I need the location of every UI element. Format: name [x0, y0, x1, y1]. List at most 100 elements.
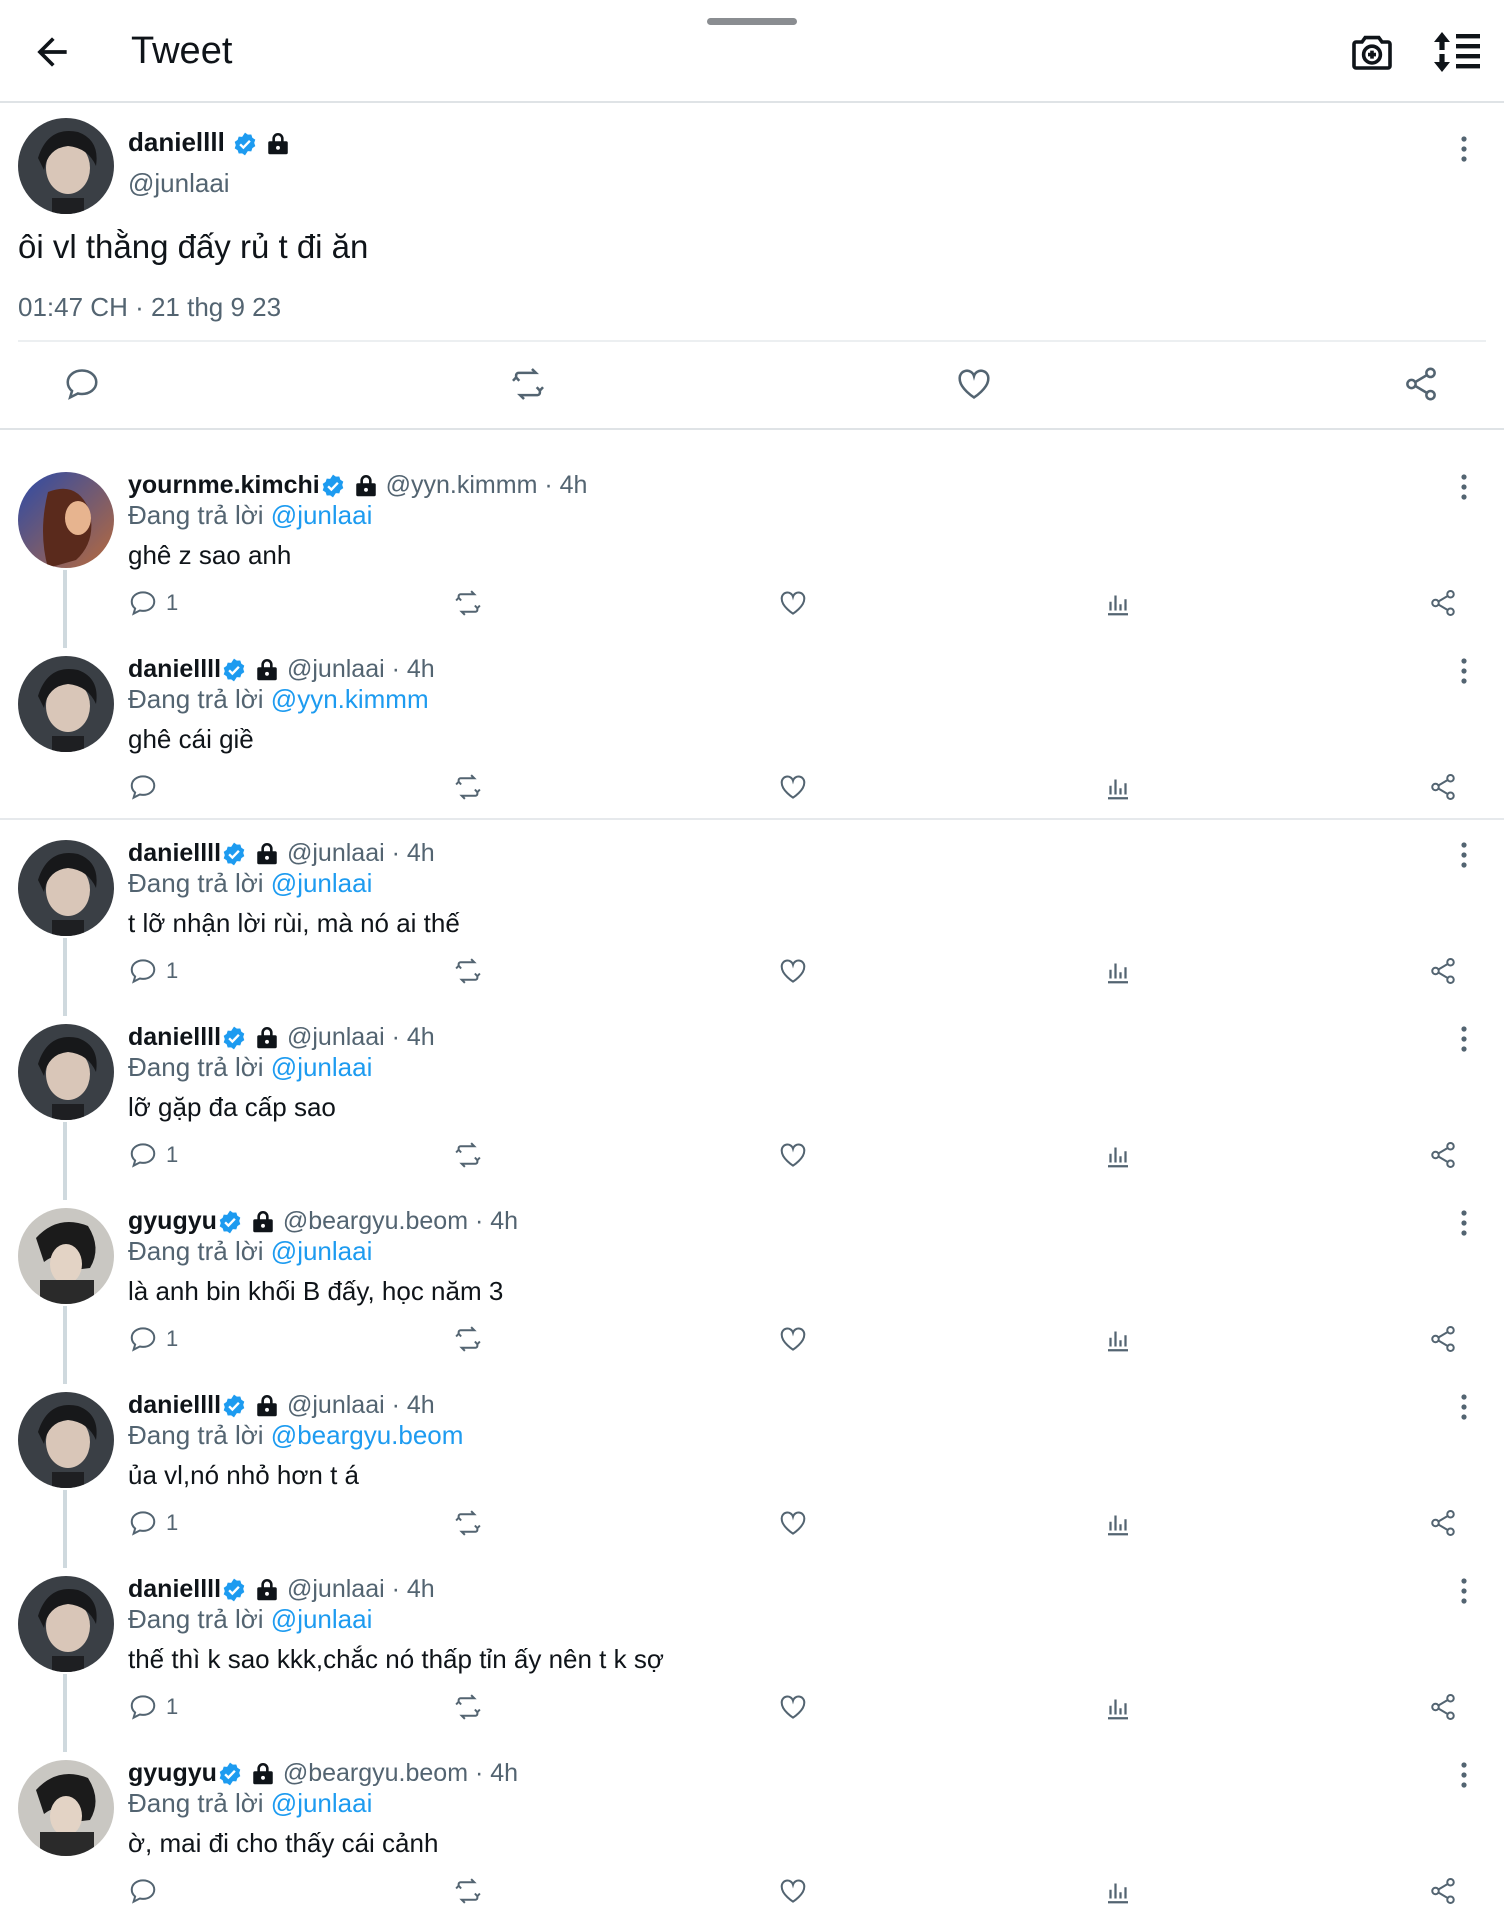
more-options-icon[interactable] — [1458, 1760, 1470, 1790]
author-name[interactable]: daniellll — [128, 839, 221, 867]
retweet-icon — [455, 1142, 481, 1168]
author-name[interactable]: daniellll — [128, 127, 225, 157]
analytics-button[interactable] — [1103, 586, 1133, 620]
reply-icon[interactable] — [63, 365, 101, 403]
like-button[interactable] — [778, 770, 808, 804]
author-name[interactable]: daniellll — [128, 1023, 221, 1051]
like-button[interactable] — [778, 586, 808, 620]
like-icon — [780, 1695, 806, 1719]
more-options-icon[interactable] — [1458, 840, 1470, 870]
retweet-button[interactable] — [453, 954, 483, 988]
reply-tweet[interactable]: yournme.kimchi @yyn.kimmm · 4h Đang trả l… — [0, 452, 1504, 648]
share-button[interactable] — [1428, 1874, 1458, 1908]
reply-tweet[interactable]: gyugyu @beargyu.beom · 4h Đang trả lời @j… — [0, 1188, 1504, 1384]
analytics-button[interactable] — [1103, 1690, 1133, 1724]
reply-button[interactable] — [128, 770, 166, 804]
avatar[interactable] — [18, 1760, 114, 1856]
retweet-button[interactable] — [453, 586, 483, 620]
analytics-button[interactable] — [1103, 770, 1133, 804]
reply-header: yournme.kimchi @yyn.kimmm · 4h — [128, 468, 587, 502]
analytics-button[interactable] — [1103, 1506, 1133, 1540]
reply-tweet[interactable]: daniellll @junlaai · 4h Đang trả lời @jun… — [0, 1556, 1504, 1752]
like-icon — [780, 1143, 806, 1167]
reply-button[interactable]: 1 — [128, 1506, 178, 1540]
author-name[interactable]: gyugyu — [128, 1207, 217, 1235]
more-options-icon[interactable] — [1458, 1208, 1470, 1238]
avatar[interactable] — [18, 1024, 114, 1120]
share-button[interactable] — [1428, 1690, 1458, 1724]
author-handle: @junlaai — [287, 1575, 385, 1603]
reply-button[interactable]: 1 — [128, 1322, 178, 1356]
share-button[interactable] — [1428, 770, 1458, 804]
author-name[interactable]: gyugyu — [128, 1759, 217, 1787]
reply-button[interactable]: 1 — [128, 954, 178, 988]
reply-button[interactable]: 1 — [128, 1690, 178, 1724]
more-options-icon[interactable] — [1458, 472, 1470, 502]
retweet-icon[interactable] — [509, 365, 547, 403]
more-options-icon[interactable] — [1458, 1576, 1470, 1606]
author-name[interactable]: daniellll — [128, 655, 221, 683]
retweet-button[interactable] — [453, 1322, 483, 1356]
avatar[interactable] — [18, 1392, 114, 1488]
lock-icon — [355, 475, 376, 497]
reply-tweet[interactable]: daniellll @junlaai · 4h Đang trả lời @yyn… — [0, 636, 1504, 820]
mention-link[interactable]: @junlaai — [271, 500, 373, 530]
replying-to: Đang trả lời @junlaai — [128, 1602, 372, 1636]
retweet-button[interactable] — [453, 1690, 483, 1724]
reply-tweet[interactable]: gyugyu @beargyu.beom · 4h Đang trả lời @j… — [0, 1740, 1504, 1924]
share-button[interactable] — [1428, 1506, 1458, 1540]
like-button[interactable] — [778, 1138, 808, 1172]
analytics-button[interactable] — [1103, 954, 1133, 988]
reply-tweet[interactable]: daniellll @junlaai · 4h Đang trả lời @bea… — [0, 1372, 1504, 1568]
retweet-button[interactable] — [453, 1874, 483, 1908]
lock-icon — [257, 1027, 277, 1049]
author-name[interactable]: daniellll — [128, 1575, 221, 1603]
like-button[interactable] — [778, 954, 808, 988]
analytics-button[interactable] — [1103, 1874, 1133, 1908]
like-button[interactable] — [778, 1690, 808, 1724]
more-options-icon[interactable] — [1458, 1024, 1470, 1054]
avatar[interactable] — [18, 472, 114, 568]
like-icon — [780, 1327, 806, 1351]
more-options-icon[interactable] — [1458, 656, 1470, 686]
mention-link[interactable]: @beargyu.beom — [271, 1420, 464, 1450]
like-button[interactable] — [778, 1322, 808, 1356]
like-button[interactable] — [778, 1874, 808, 1908]
retweet-button[interactable] — [453, 1138, 483, 1172]
more-options-icon[interactable] — [1458, 1392, 1470, 1422]
retweet-icon — [455, 590, 481, 616]
mention-link[interactable]: @junlaai — [271, 1604, 373, 1634]
like-button[interactable] — [778, 1506, 808, 1540]
share-icon[interactable] — [1402, 365, 1440, 403]
avatar[interactable] — [18, 118, 114, 214]
avatar[interactable] — [18, 1576, 114, 1672]
share-button[interactable] — [1428, 954, 1458, 988]
reply-button[interactable]: 1 — [128, 586, 178, 620]
reply-tweet[interactable]: daniellll @junlaai · 4h Đang trả lời @jun… — [0, 1004, 1504, 1200]
mention-link[interactable]: @junlaai — [271, 868, 373, 898]
mention-link[interactable]: @junlaai — [271, 1236, 373, 1266]
avatar[interactable] — [18, 840, 114, 936]
divider — [18, 340, 1486, 342]
author-name[interactable]: yournme.kimchi — [128, 471, 320, 499]
retweet-button[interactable] — [453, 770, 483, 804]
more-options-icon[interactable] — [1458, 134, 1470, 164]
avatar[interactable] — [18, 656, 114, 752]
mention-link[interactable]: @junlaai — [271, 1788, 373, 1818]
share-button[interactable] — [1428, 586, 1458, 620]
author-name[interactable]: daniellll — [128, 1391, 221, 1419]
replying-prefix: Đang trả lời — [128, 500, 264, 530]
mention-link[interactable]: @yyn.kimmm — [271, 684, 429, 714]
mention-link[interactable]: @junlaai — [271, 1052, 373, 1082]
reply-button[interactable]: 1 — [128, 1138, 178, 1172]
like-icon[interactable] — [955, 365, 993, 403]
reply-time: · 4h — [391, 655, 435, 683]
analytics-button[interactable] — [1103, 1322, 1133, 1356]
analytics-button[interactable] — [1103, 1138, 1133, 1172]
retweet-button[interactable] — [453, 1506, 483, 1540]
share-button[interactable] — [1428, 1138, 1458, 1172]
reply-tweet[interactable]: daniellll @junlaai · 4h Đang trả lời @jun… — [0, 820, 1504, 1016]
share-button[interactable] — [1428, 1322, 1458, 1356]
avatar[interactable] — [18, 1208, 114, 1304]
reply-button[interactable] — [128, 1874, 166, 1908]
